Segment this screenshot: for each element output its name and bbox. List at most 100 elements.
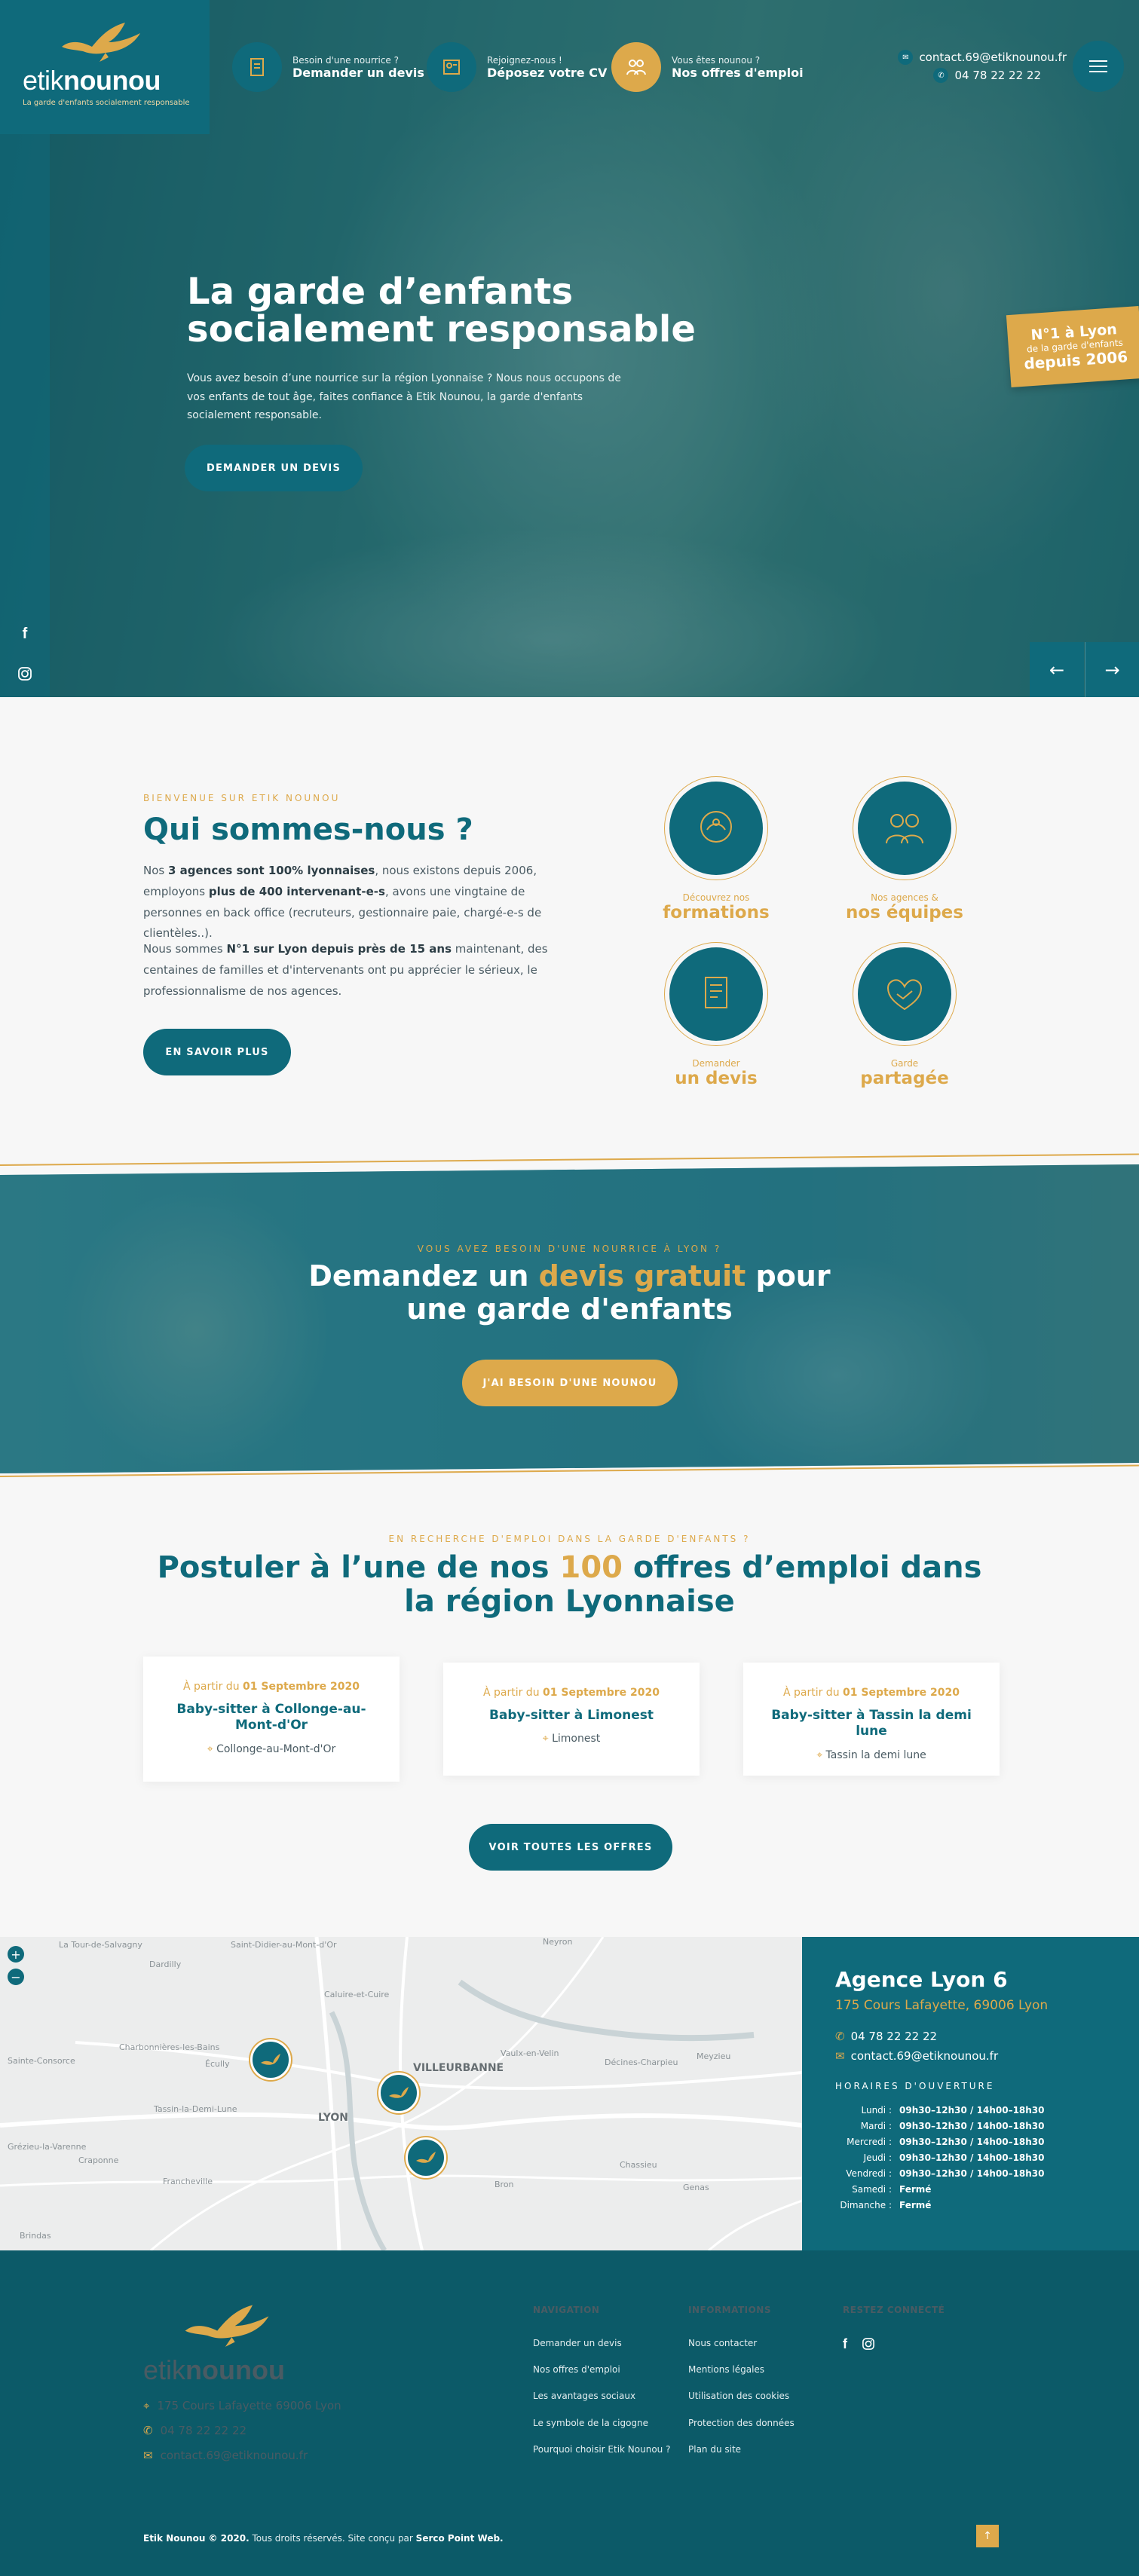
feature-big: nos équipes — [846, 903, 963, 922]
agency-credit-link[interactable]: Serco Point Web. — [416, 2533, 504, 2544]
topnav-cv[interactable]: Rejoignez-nous ! Déposez votre CV — [427, 42, 607, 92]
about-title: Qui sommes-nous ? — [143, 812, 473, 847]
feature-big: formations — [663, 903, 770, 922]
brand-name: etiknounou — [23, 65, 161, 96]
map-label: Chassieu — [620, 2160, 657, 2170]
map-label: Charbonnières-les-Bains — [119, 2042, 220, 2052]
map-label: La Tour-de-Salvagny — [59, 1940, 142, 1950]
need-nanny-button[interactable]: J'AI BESOIN D'UNE NOUNOU — [462, 1360, 678, 1406]
map-label: Brindas — [20, 2231, 51, 2241]
map-label: Écully — [205, 2059, 230, 2069]
divider-line — [0, 1153, 1139, 1166]
map-zoom-out-button[interactable]: − — [8, 1969, 24, 1985]
header-email[interactable]: ✉ contact.69@etiknounou.fr — [898, 50, 1067, 65]
about-paragraph-1: Nos 3 agences sont 100% lyonnaises, nous… — [143, 864, 542, 941]
job-date: À partir du 01 Septembre 2020 — [782, 1687, 960, 1699]
map-label: Craponne — [78, 2155, 119, 2165]
agency-pin[interactable] — [378, 2073, 419, 2113]
agency-card: Agence Lyon 6 175 Cours Lafayette, 69006… — [802, 1937, 1139, 2250]
mail-icon: ✉ — [898, 50, 914, 65]
map-label: LYON — [318, 2112, 348, 2124]
map-label: Décines-Charpieu — [605, 2057, 678, 2067]
instagram-icon[interactable] — [17, 666, 33, 684]
feature-team[interactable]: Nos agences & nos équipes — [833, 776, 976, 922]
location-pin-icon: ⌖ — [816, 1748, 826, 1761]
hero-quote-button[interactable]: DEMANDER UN DEVIS — [185, 445, 363, 491]
topnav-big: Déposez votre CV — [487, 65, 608, 80]
slider-next-button[interactable]: → — [1085, 642, 1139, 697]
footer-link[interactable]: Le symbole de la cigogne — [533, 2418, 648, 2428]
job-card[interactable]: À partir du 01 Septembre 2020 Baby-sitte… — [443, 1663, 700, 1776]
all-offers-button[interactable]: VOIR TOUTES LES OFFRES — [469, 1824, 672, 1871]
hero-title: La garde d’enfants socialement responsabl… — [187, 271, 696, 351]
footer-link[interactable]: Nos offres d'emploi — [533, 2364, 620, 2375]
agency-pin[interactable] — [406, 2137, 446, 2178]
feature-shared[interactable]: Garde partagée — [833, 942, 976, 1088]
agency-phone[interactable]: ✆ 04 78 22 22 22 — [835, 2030, 1106, 2043]
map-zoom-in-button[interactable]: + — [8, 1946, 24, 1963]
hero-social-bar — [0, 134, 50, 697]
hours-row: Vendredi :09h30–12h30 / 14h00–18h30 — [846, 2168, 1045, 2179]
about-more-button[interactable]: EN SAVOIR PLUS — [143, 1029, 291, 1075]
stork-icon — [416, 2152, 436, 2163]
footer-link[interactable]: Utilisation des cookies — [688, 2391, 789, 2401]
footer-link[interactable]: Nous contacter — [688, 2338, 757, 2348]
job-title: Baby-sitter à Tassin la demi lune — [771, 1708, 972, 1739]
stork-icon — [261, 2054, 280, 2065]
document-icon — [232, 42, 282, 92]
feature-formations[interactable]: Découvrez nos formations — [645, 776, 788, 922]
back-to-top-button[interactable]: ↑ — [976, 2525, 999, 2547]
brand-tagline: La garde d'enfants socialement responsab… — [23, 99, 190, 107]
hours-title: HORAIRES D'OUVERTURE — [835, 2081, 995, 2091]
map-label: Meyzieu — [697, 2051, 731, 2061]
footer-logo[interactable]: etiknounou — [143, 2299, 285, 2386]
footer-social-title: RESTEZ CONNECTÉ — [843, 2305, 945, 2315]
footer-phone[interactable]: ✆ 04 78 22 22 22 — [143, 2424, 246, 2437]
footer-link[interactable]: Les avantages sociaux — [533, 2391, 635, 2401]
handshake-icon — [858, 947, 951, 1041]
header-email-text: contact.69@etiknounou.fr — [919, 50, 1067, 64]
feature-big: un devis — [675, 1069, 758, 1088]
topnav-jobs[interactable]: Vous êtes nounou ? Nos offres d'emploi — [611, 42, 804, 92]
slider-prev-button[interactable]: ← — [1030, 642, 1084, 697]
footer-email[interactable]: ✉ contact.69@etiknounou.fr — [143, 2449, 308, 2462]
map-label: Vaulx-en-Velin — [501, 2048, 559, 2058]
location-pin-icon: ⌖ — [542, 1733, 553, 1745]
site-logo[interactable]: etiknounou La garde d'enfants socialemen… — [0, 0, 210, 134]
footer-info-title: INFORMATIONS — [688, 2305, 771, 2315]
job-card[interactable]: À partir du 01 Septembre 2020 Baby-sitte… — [743, 1663, 1000, 1776]
menu-button[interactable] — [1073, 41, 1124, 92]
jobs-title: Postuler à l’une de nos 100 offres d’emp… — [157, 1550, 982, 1619]
jobs-kicker: EN RECHERCHE D'EMPLOI DANS LA GARDE D'EN… — [388, 1534, 751, 1544]
footer-link[interactable]: Pourquoi choisir Etik Nounou ? — [533, 2444, 670, 2455]
agency-map[interactable]: + − La Tour-de-Salvagny Saint-Didier-au-… — [0, 1937, 802, 2250]
footer-link[interactable]: Demander un devis — [533, 2338, 622, 2348]
map-label: Tassin-la-Demi-Lune — [154, 2104, 237, 2114]
facebook-icon[interactable]: f — [843, 2336, 847, 2352]
agency-email[interactable]: ✉ contact.69@etiknounou.fr — [835, 2049, 1106, 2063]
stork-logo-icon — [62, 23, 140, 62]
agency-pin[interactable] — [250, 2039, 291, 2080]
about-paragraph-2: Nous sommes N°1 sur Lyon depuis près de … — [143, 942, 548, 998]
hours-row: Lundi :09h30–12h30 / 14h00–18h30 — [861, 2104, 1045, 2116]
header-phone[interactable]: ✆ 04 78 22 22 22 — [933, 68, 1041, 83]
feature-small: Nos agences & — [871, 892, 938, 903]
quote-title: Demandez un devis gratuit pour une garde… — [308, 1259, 831, 1326]
team-icon — [858, 782, 951, 875]
job-location: ⌖ Limonest — [542, 1733, 601, 1745]
feature-quote[interactable]: Demander un devis — [645, 942, 788, 1088]
footer-link[interactable]: Mentions légales — [688, 2364, 764, 2375]
topnav-small: Vous êtes nounou ? — [672, 54, 761, 66]
footer-link[interactable]: Protection des données — [688, 2418, 795, 2428]
hours-row: Dimanche : Fermé — [840, 2199, 932, 2210]
agency-title: Agence Lyon 6 — [835, 1967, 1008, 1992]
map-label: Dardilly — [149, 1960, 182, 1969]
training-icon — [669, 782, 763, 875]
mail-icon: ✉ — [143, 2449, 153, 2462]
feature-small: Demander — [692, 1058, 740, 1069]
footer-link[interactable]: Plan du site — [688, 2444, 741, 2455]
job-card[interactable]: À partir du 01 Septembre 2020 Baby-sitte… — [143, 1657, 400, 1782]
facebook-icon[interactable]: f — [17, 626, 33, 643]
topnav-quote[interactable]: Besoin d'une nourrice ? Demander un devis — [232, 42, 424, 92]
instagram-icon[interactable] — [862, 2338, 874, 2353]
